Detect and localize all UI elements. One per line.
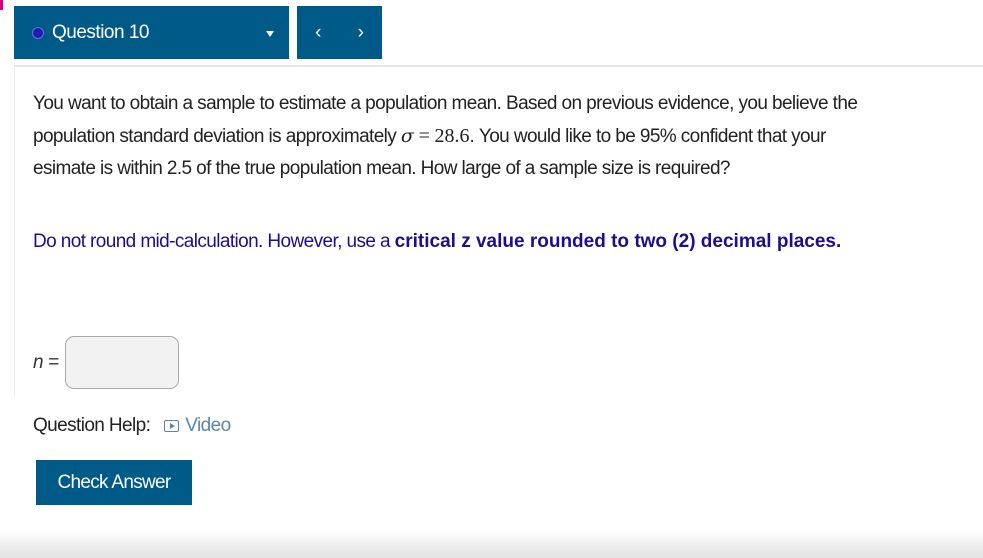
question-help-label: Question Help: bbox=[33, 415, 151, 436]
sample-size-input[interactable] bbox=[65, 336, 180, 389]
video-link-label: Video bbox=[185, 415, 231, 436]
chevron-left-icon: ‹ bbox=[315, 21, 322, 43]
question-nav: ‹ › bbox=[297, 6, 382, 59]
previous-question-button[interactable]: ‹ bbox=[297, 6, 340, 59]
sigma-value: 28.6 bbox=[434, 125, 470, 147]
question-label: Question 10 bbox=[52, 21, 149, 43]
answer-variable: n bbox=[33, 351, 44, 373]
question-selector-dropdown[interactable]: Question 10 bbox=[14, 6, 289, 59]
instruction-plain: Do not round mid-calculation. However, u… bbox=[33, 231, 395, 252]
rounding-instruction: Do not round mid-calculation. However, u… bbox=[33, 226, 873, 258]
edge-marker bbox=[0, 0, 3, 10]
sigma-symbol: σ bbox=[400, 125, 414, 147]
check-answer-button[interactable]: Check Answer bbox=[36, 460, 192, 505]
content-left-border bbox=[14, 67, 15, 397]
answer-row: n = bbox=[33, 334, 180, 391]
chevron-right-icon: › bbox=[357, 21, 364, 43]
math-equals: = bbox=[418, 125, 430, 147]
video-link[interactable]: Video bbox=[164, 415, 231, 437]
question-text: You want to obtain a sample to estimate … bbox=[33, 88, 873, 185]
answer-equals: = bbox=[43, 351, 60, 373]
caret-down-icon bbox=[266, 31, 274, 37]
next-question-button[interactable]: › bbox=[340, 6, 383, 59]
answer-label: n = bbox=[33, 352, 59, 374]
instruction-bold: critical z value rounded to two (2) deci… bbox=[394, 231, 842, 252]
header-divider bbox=[14, 65, 983, 67]
status-dot-icon bbox=[32, 26, 44, 39]
question-help: Question Help: Video bbox=[33, 410, 231, 442]
video-play-icon bbox=[164, 420, 180, 432]
bottom-bar bbox=[0, 530, 983, 558]
